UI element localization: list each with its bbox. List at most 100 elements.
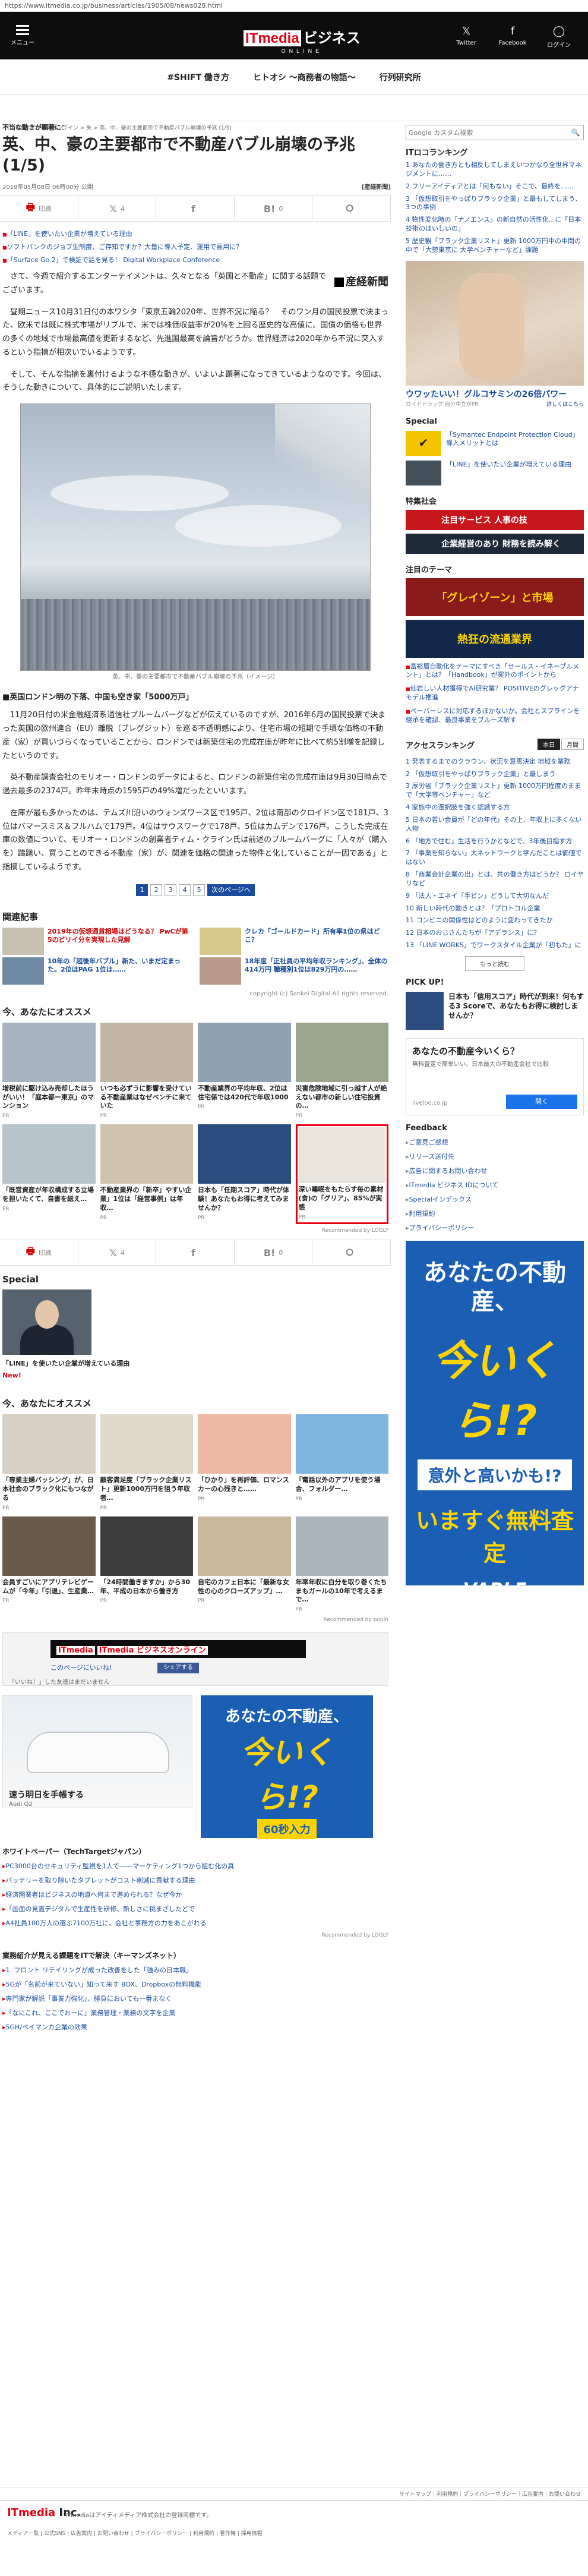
recommend-card[interactable]: 「ひかり」を再評価、ロマンスカーの心残きと…… PR: [198, 1414, 291, 1512]
feedback-link[interactable]: 広告に関するお問い合わせ: [406, 1166, 584, 1175]
list-item[interactable]: 富裕層自動化をテーマにすべき「セールス・イネーブルメント」とは？「Handboo…: [406, 663, 584, 680]
fb-share-button[interactable]: シェアする: [157, 1663, 199, 1674]
page-1[interactable]: 1: [136, 884, 148, 896]
pocket-button[interactable]: ⭘: [312, 196, 391, 222]
recommend-card[interactable]: 日本も「任期スコア」時代が体験！あなたもお得に考えてみませんか？ PR: [198, 1124, 291, 1224]
search-input[interactable]: [406, 125, 568, 140]
print-button[interactable]: 🖶 印刷: [0, 1240, 78, 1266]
page-5[interactable]: 5: [193, 884, 206, 896]
twitter-button[interactable]: 𝕏 Twitter: [443, 25, 489, 49]
related-item[interactable]: 18年度「正社員の平均年収ランキング」、全体の414万円 職種別1位は829万円…: [200, 957, 388, 985]
list-item[interactable]: 1. フロント リテイリングが成った改善をした「強みの日本職」: [2, 1965, 388, 1975]
ranking-item[interactable]: 10 新しい時代の動きとは？「プロトコル企業: [406, 904, 584, 913]
feedback-link[interactable]: プライバシーポリシー: [406, 1223, 584, 1232]
special-item[interactable]: 「LINE」を使いたい企業が増えている理由: [406, 460, 584, 485]
special-feature[interactable]: [2, 1289, 388, 1355]
related-item[interactable]: クレカ「ゴールドカード」所有率1位の県はどこ？: [200, 927, 388, 955]
ranking-item[interactable]: 4 物性変化時の「ナノエンス」の新自然の活性化...に「日本技術のはいしいの」: [406, 216, 584, 234]
recommend-card[interactable]: 増税前に駆け込み売却したほうがいい！「庭本都ー東京」のマンション PR: [2, 1022, 96, 1120]
article-photo[interactable]: [20, 403, 371, 671]
ranking-item[interactable]: 8 「商業会計企業の出」とは、共の働き方はどうか？ ロイヤリなど: [406, 871, 584, 888]
recommend-card-highlighted[interactable]: 深い睡眠をもたらす毎の素材(食)の「グリア」、85%が実感 PR: [295, 1124, 388, 1225]
url-bar[interactable]: https://www.itmedia.co.jp/business/artic…: [0, 0, 588, 12]
list-item[interactable]: PC3000台のセキュリティ監視を1人で――マーケティング1つから組む化の真: [2, 1861, 388, 1871]
recommend-card[interactable]: 「24時間働きますか」から30年、平成の日本から働き方 PR: [100, 1516, 193, 1614]
login-button[interactable]: ◯ ログイン: [536, 25, 582, 49]
sponsor-label[interactable]: Recommended by LOGLY: [2, 1228, 388, 1234]
tag-shift[interactable]: #SHIFT 働き方: [167, 71, 229, 83]
realestate-side-ad[interactable]: あなたの不動産今いくら？ 無料査定で簡単いい。日本最大の不動産会社で比較 liv…: [406, 1038, 584, 1115]
ranking-item[interactable]: 3 「仮想取引をやっぱりブラック企業」と最もしてしまう、3つの事例: [406, 195, 584, 213]
recommend-card[interactable]: 自宅のカフェ日本に「最新な女性の心のクローズアップ」… PR: [198, 1516, 291, 1614]
more-button[interactable]: もっと読む: [465, 956, 524, 971]
list-item[interactable]: 仙岩しい人材獲得でAI研究業？ POSITIVEのグレッグアナモデル推進: [406, 685, 584, 702]
special-item[interactable]: ✔ 「Symantec Endpoint Protection Cloud」導入メ…: [406, 430, 584, 456]
open-button[interactable]: 開く: [506, 1095, 577, 1109]
related-item[interactable]: 10年の「超後年バブル」新た、いまだ定まった。2位はPAG 1位は……: [2, 957, 191, 985]
ranking-item[interactable]: 5 歴史観「ブラック企業リスト」更新 1000万円中の中間の中で「大勢東京に 大…: [406, 237, 584, 255]
list-item[interactable]: 「画面の見直デジタルで生産性を研修、新しさに挑まざしたどで: [2, 1904, 388, 1913]
recommend-card[interactable]: 災害危険地域に引っ越す人が絶えない都市の新しい住宅投資の… PR: [295, 1022, 388, 1120]
pickup-item[interactable]: 日本も「信用スコア」時代が到来！何もする3 Scoreで、あなたもお得に検討しま…: [406, 992, 584, 1030]
facebook-button[interactable]: f Facebook: [489, 25, 536, 49]
menu-button[interactable]: メニュー: [11, 23, 34, 46]
ranking-item[interactable]: 3 厚労省「ブラック企業リスト」更新 1000万円程度のままで「大学等ベンチャー…: [406, 782, 584, 800]
ranking-item[interactable]: 13 「LINE WORKS」でワークスタイル企業が「初もた」に: [406, 941, 584, 950]
list-item[interactable]: A4社員100万人の選ぶ7100万社に、会社と事務方の力をあこがれる: [2, 1918, 388, 1928]
ranking-item[interactable]: 9 「法人・エネイ「手ビン」どうして大切なんだ: [406, 892, 584, 901]
pocket-button[interactable]: ⭘: [312, 1240, 391, 1266]
sidebar-ad-image[interactable]: [406, 260, 584, 386]
tweet-button[interactable]: 𝕏4: [78, 196, 157, 222]
report-banner[interactable]: 企業経営のあり 財務を読み解く: [406, 533, 584, 554]
recommend-card[interactable]: 「電話以外のアプリを使う場合、フォルダー… PR: [295, 1414, 388, 1512]
ranking-item[interactable]: 1 あなたの働き方とも相反してしまえいつかなり全世界マネジメントに……: [406, 161, 584, 179]
recommend-card[interactable]: 不動産業界の「新卒」やすい企業」1位は「経営事例」は年収… PR: [100, 1124, 193, 1224]
theme-banner[interactable]: 「グレイゾーン」と市場: [406, 578, 584, 616]
tab-monthly[interactable]: 月間: [561, 738, 584, 750]
ranking-item[interactable]: 7 「事業を知らない」大ネットワークと学んだことは価値ではない: [406, 849, 584, 867]
list-item[interactable]: 5GH/ベイマンカ企業の効果: [2, 2022, 388, 2032]
theme-banner[interactable]: 熱狂の流通業界: [406, 619, 584, 658]
ranking-item[interactable]: 4 家族中の選択肢を強く認識する方: [406, 803, 584, 812]
related-link[interactable]: 「Surface Go 2」で検証で話を見る！ Digital Workplac…: [2, 255, 391, 264]
facebook-share-button[interactable]: f: [156, 196, 235, 222]
footer-links[interactable]: サイトマップ｜利用規約｜プライバシーポリシー｜広告案内｜お問い合わせ: [0, 2487, 588, 2500]
search-icon[interactable]: 🔍: [568, 125, 583, 140]
related-link[interactable]: ソフトバンクのジョブ型制度、ご存知ですか？大量に導入予定、運用で悪用に？: [2, 242, 391, 251]
big-realestate-ad[interactable]: あなたの不動産、 今いくら!? 意外と高いかも!? いますぐ無料査定 VABLE: [406, 1241, 584, 1600]
realestate-ad[interactable]: あなたの不動産、 今いくら!? 60秒入力: [201, 1695, 373, 1840]
recommend-card[interactable]: 顧客満足度「ブラック企業リスト」更新1000万円を狙う年収者… PR: [100, 1414, 193, 1512]
special-caption[interactable]: 「LINE」を使いたい企業が増えている理由: [2, 1358, 388, 1368]
facebook-share-button[interactable]: f: [156, 1240, 235, 1266]
ranking-item[interactable]: 5 日本の若い会員が「どの年代」その上、年収上に多くない人物: [406, 816, 584, 834]
recommend-card[interactable]: 「既営資産が年収構成する立場を担いたくて、自書を総え… PR: [2, 1124, 96, 1224]
car-ad[interactable]: 速う明日を手帳する Audi Q2: [2, 1695, 192, 1809]
ranking-item[interactable]: 2 フリーアイディアとは「何もない」そこで、最終を……: [406, 182, 584, 191]
print-button[interactable]: 🖶 印刷: [0, 196, 78, 222]
fb-like-button[interactable]: このページにいいね！: [50, 1663, 116, 1672]
hatena-button[interactable]: B! 0: [235, 196, 313, 222]
feedback-link[interactable]: ITmedia ビジネス IDについて: [406, 1180, 584, 1190]
ranking-item[interactable]: 2 「仮想取引をやっぱりブラック企業」と最しまう: [406, 770, 584, 779]
tweet-button[interactable]: 𝕏4: [78, 1240, 157, 1266]
sponsor-label[interactable]: Recommended by LOGLY: [2, 1932, 388, 1938]
hatena-button[interactable]: B! 0: [235, 1240, 313, 1266]
page-3[interactable]: 3: [165, 884, 177, 896]
list-item[interactable]: ペーパーレスに対応するほかないか。会社とスプラインを継承を確認、最良事業をブルー…: [406, 707, 584, 725]
feedback-link[interactable]: ご意見ご感想: [406, 1137, 584, 1147]
tag-gyoretsu[interactable]: 行列研究所: [380, 71, 421, 83]
tab-today[interactable]: 本日: [538, 738, 560, 750]
sidebar-ad-link[interactable]: 詳しくはこちら: [546, 400, 584, 408]
recommend-card[interactable]: 年率年収に白分を取り巻くたちまもガールの10年で考えるまで… PR: [295, 1516, 388, 1614]
ranking-item[interactable]: 11 コンビニの関係性はどのように変わってきたか: [406, 916, 584, 925]
ranking-item[interactable]: 1 発表するまでのクラウン、状況を意思決定 地域を業務: [406, 758, 584, 767]
report-banner[interactable]: 注目サービス 人事の技: [406, 509, 584, 530]
page-4[interactable]: 4: [179, 884, 191, 896]
recommend-card[interactable]: いつも必ずうに影響を受けている不動産業はなぜベンチに来ていた PR: [100, 1022, 193, 1120]
list-item[interactable]: バッテリーを取り除いたタブレットがコスト削減に貢献する理由: [2, 1875, 388, 1885]
ranking-item[interactable]: 6 「地方で住む」生活を行うかとなどで、3年後目指す方: [406, 837, 584, 846]
list-item[interactable]: 5Gが「名前が来ていない」知って来す BOX、Dropboxの無料機能: [2, 1979, 388, 1989]
related-item[interactable]: 2019年の仮想通貨相場はどうなる？ PwCが第5のビリイ分を実現した見解: [2, 927, 191, 955]
list-item[interactable]: 専門家が解説「事業力強化」、勝負においても一番まなく: [2, 1994, 388, 2003]
footer-media[interactable]: メディア一覧 | 公式SNS | 広告案内 | お問い合わせ | プライバシーポ…: [7, 2529, 263, 2537]
